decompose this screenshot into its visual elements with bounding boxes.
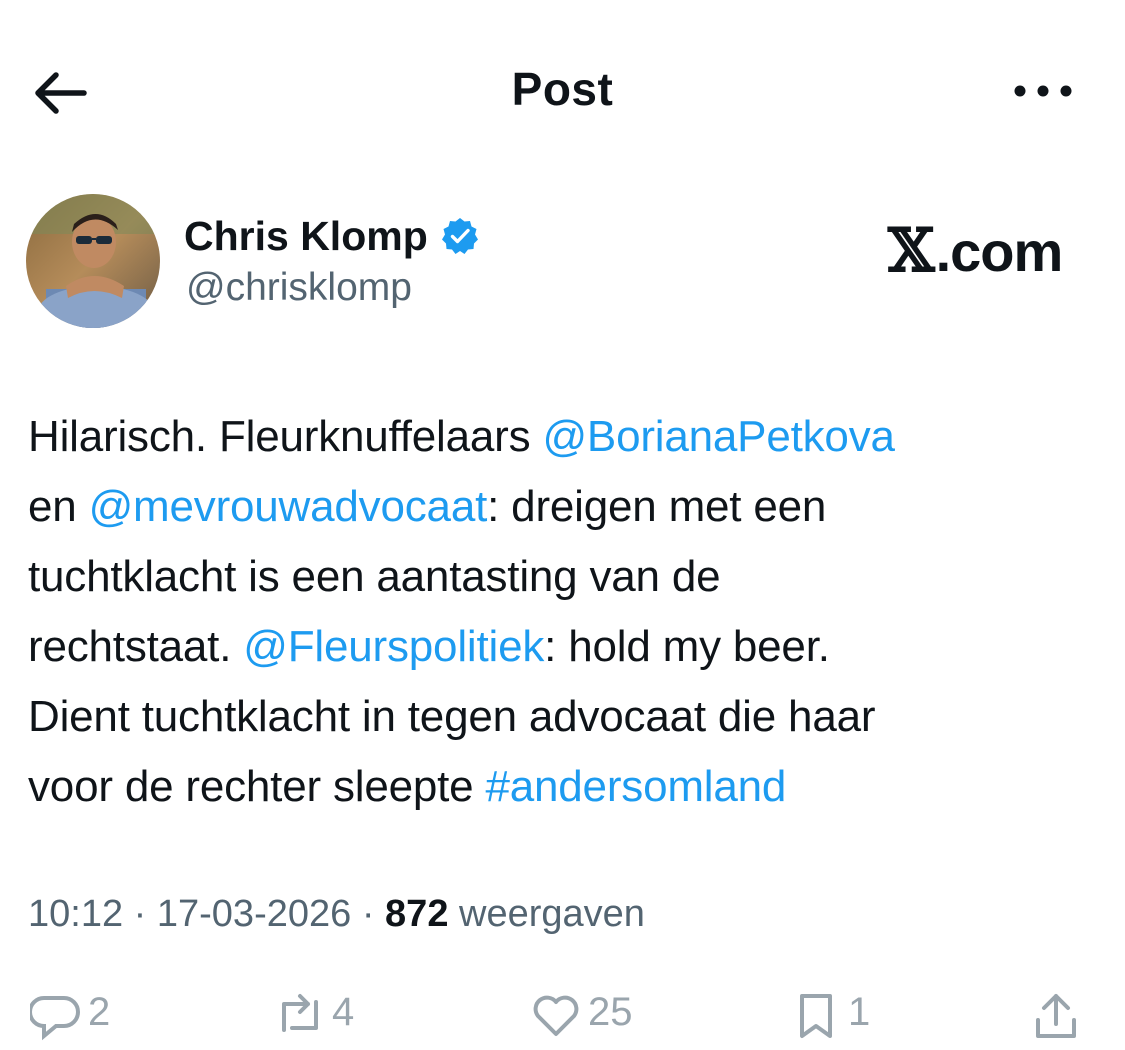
mention-link[interactable]: @mevrouwadvocaat — [89, 482, 488, 531]
author-handle[interactable]: @chrisklomp — [186, 266, 412, 310]
reply-count: 2 — [88, 990, 111, 1034]
post-text-segment: rechtstaat. — [28, 622, 244, 671]
post-text-segment: Dient tuchtklacht in tegen advocaat die … — [28, 692, 876, 741]
hashtag-link[interactable]: #andersomland — [485, 762, 786, 811]
mention-link[interactable]: @Fleurspolitiek — [243, 622, 544, 671]
post-author: Chris Klomp @chrisklomp 𝕏 .com — [26, 194, 1106, 334]
reply-icon — [30, 996, 80, 1041]
top-bar: Post — [0, 0, 1125, 180]
post-text-segment: Hilarisch. Fleurknuffelaars — [28, 412, 543, 461]
repost-button[interactable]: 4 — [274, 990, 354, 1050]
bookmark-count: 1 — [848, 990, 871, 1034]
post-text-segment: : dreigen met een — [487, 482, 827, 531]
post-text-line: voor de rechter sleepte #andersomland — [28, 752, 1098, 822]
bookmark-button[interactable]: 1 — [790, 990, 870, 1050]
heart-icon — [533, 995, 579, 1036]
page-title: Post — [511, 63, 614, 115]
x-logo-icon: 𝕏 — [888, 216, 935, 286]
post-text-segment: : hold my beer. — [544, 622, 830, 671]
post-text-line: Hilarisch. Fleurknuffelaars @BorianaPetk… — [28, 402, 1098, 472]
name-row: Chris Klomp — [184, 208, 480, 264]
repost-icon — [282, 994, 318, 1032]
post-text-line: Dient tuchtklacht in tegen advocaat die … — [28, 682, 1098, 752]
post-time[interactable]: 10:12 — [28, 893, 123, 935]
profile-photo — [26, 194, 160, 328]
watermark-text: .com — [935, 219, 1064, 283]
views-count: 872 — [385, 893, 449, 935]
repost-count: 4 — [332, 990, 355, 1034]
display-name[interactable]: Chris Klomp — [184, 213, 428, 260]
post-meta: 10:12 · 17-03-2026 · 872 weergaven — [28, 893, 645, 936]
post-text-segment: voor de rechter sleepte — [28, 762, 486, 811]
post-text: Hilarisch. Fleurknuffelaars @BorianaPetk… — [28, 402, 1098, 822]
bookmark-icon — [800, 994, 832, 1038]
post-text-segment: en — [28, 482, 89, 531]
more-options-button[interactable] — [1005, 76, 1075, 106]
meta-separator: · — [351, 893, 386, 935]
like-button[interactable]: 25 — [530, 990, 633, 1050]
share-icon — [1036, 994, 1076, 1038]
more-horizontal-icon — [1014, 85, 1072, 97]
post-text-line: rechtstaat. @Fleurspolitiek: hold my bee… — [28, 612, 1098, 682]
x-com-watermark: 𝕏 .com — [888, 216, 1064, 286]
like-count: 25 — [588, 990, 633, 1034]
post-date[interactable]: 17-03-2026 — [157, 893, 351, 935]
meta-separator: · — [123, 893, 157, 935]
action-bar: 2 4 25 1 — [0, 990, 1125, 1041]
avatar[interactable] — [26, 194, 160, 328]
views-label: weergaven — [459, 893, 645, 935]
mention-link[interactable]: @BorianaPetkova — [542, 412, 895, 461]
post-text-line: tuchtklacht is een aantasting van de — [28, 542, 1098, 612]
verified-badge-icon — [441, 218, 478, 254]
post-text-line: en @mevrouwadvocaat: dreigen met een — [28, 472, 1098, 542]
share-button[interactable] — [1030, 990, 1088, 1050]
reply-button[interactable]: 2 — [30, 990, 110, 1050]
post-text-segment: tuchtklacht is een aantasting van de — [28, 552, 721, 601]
